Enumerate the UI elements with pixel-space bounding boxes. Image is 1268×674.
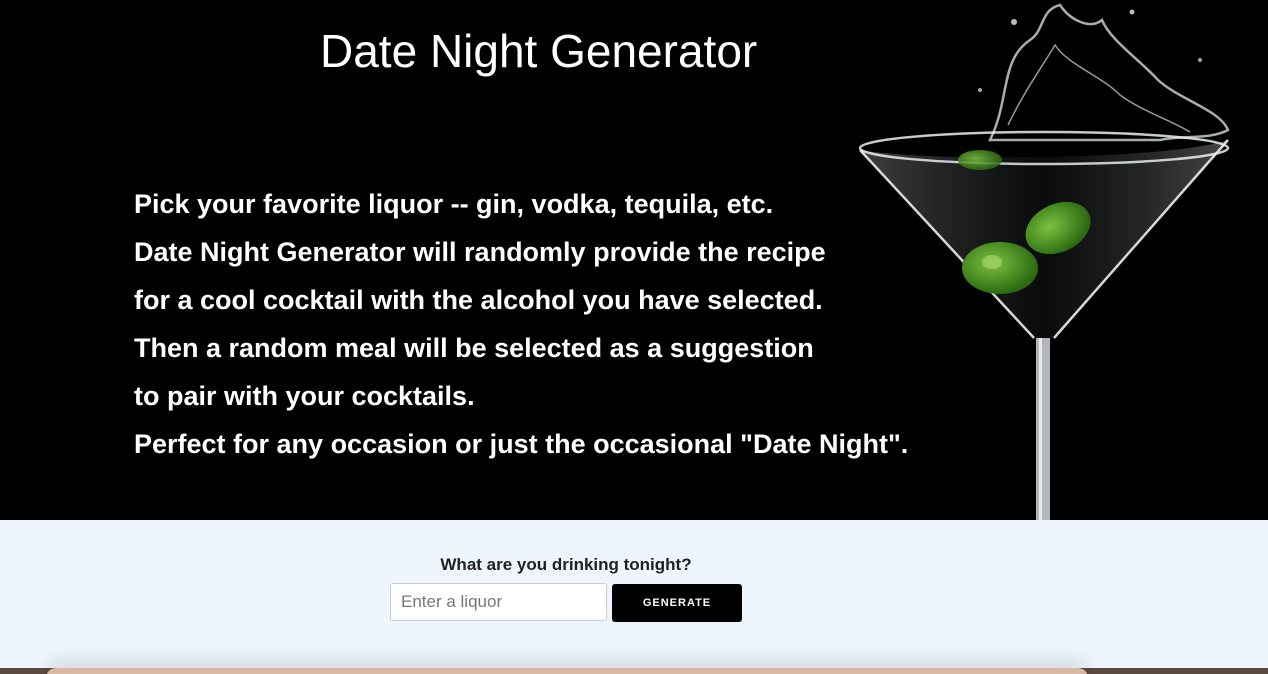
hero-section: Date Night Generator Pick your favorite … bbox=[0, 0, 1268, 520]
results-card bbox=[46, 668, 1088, 674]
liquor-prompt-label: What are you drinking tonight? bbox=[440, 555, 692, 574]
liquor-form-section: What are you drinking tonight? Generate bbox=[0, 520, 1268, 668]
martini-glass-splash-icon bbox=[858, 3, 1230, 520]
page-title: Date Night Generator bbox=[320, 25, 758, 77]
generate-button[interactable]: Generate bbox=[612, 584, 742, 622]
liquor-input[interactable] bbox=[390, 583, 607, 621]
